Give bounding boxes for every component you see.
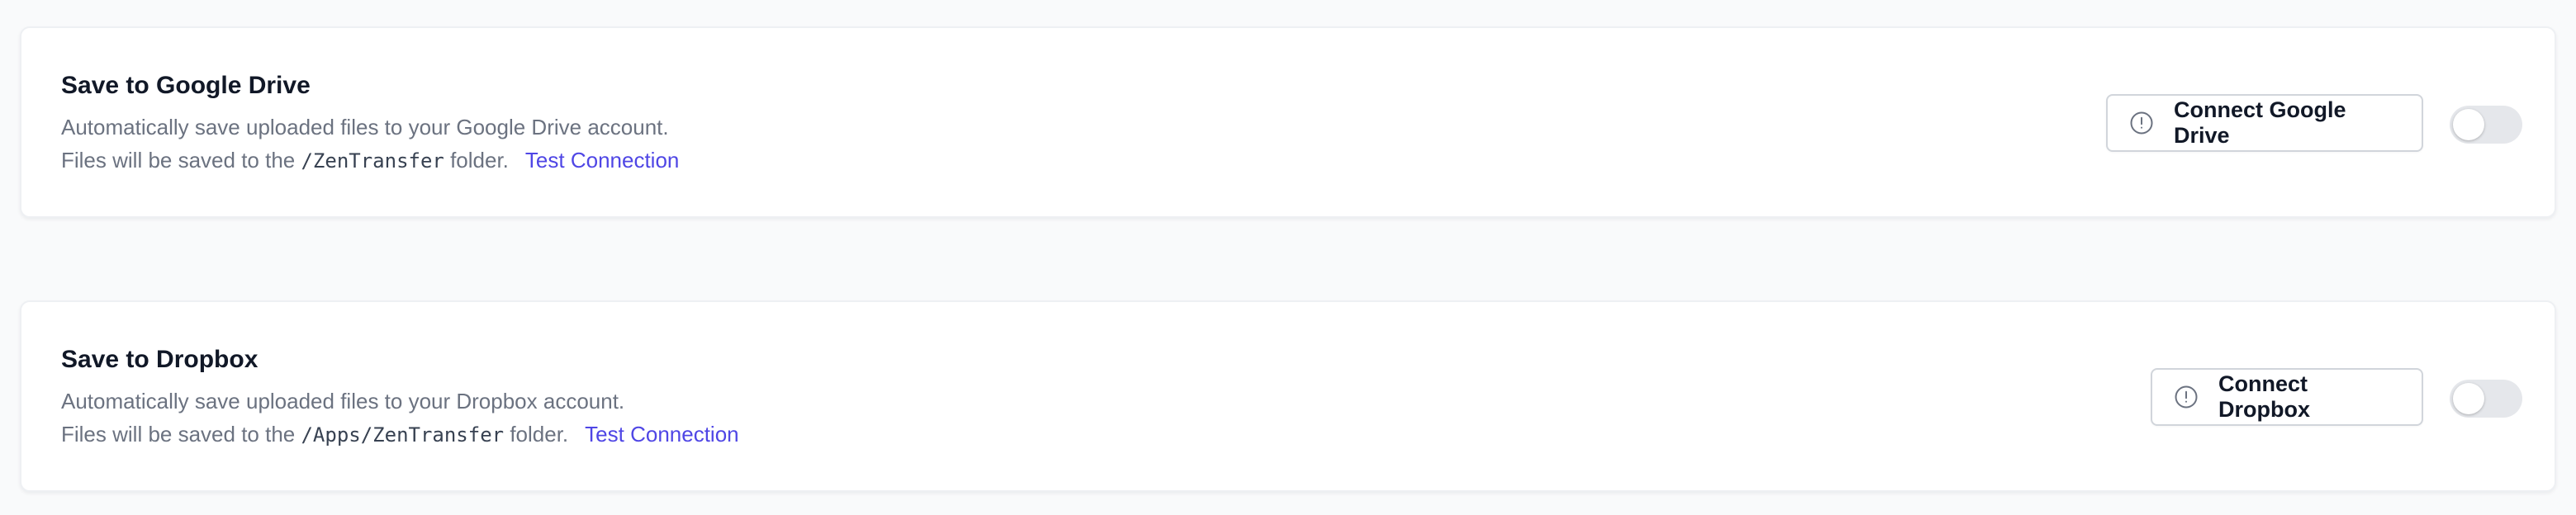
dropbox-card: Save to Dropbox Automatically save uploa… — [20, 300, 2556, 492]
toggle-knob — [2453, 109, 2484, 140]
folder-suffix: folder. — [504, 422, 569, 446]
folder-suffix: folder. — [444, 148, 509, 172]
connect-google-drive-label: Connect Google Drive — [2174, 97, 2346, 148]
alert-circle-icon — [2174, 385, 2199, 409]
alert-circle-icon — [2129, 111, 2154, 135]
dropbox-description: Automatically save uploaded files to you… — [61, 389, 625, 413]
google-drive-description: Automatically save uploaded files to you… — [61, 115, 669, 139]
connect-dropbox-button[interactable]: Connect Dropbox — [2151, 368, 2423, 426]
dropbox-text: Save to Dropbox Automatically save uploa… — [61, 345, 739, 451]
folder-prefix: Files will be saved to the — [61, 422, 301, 446]
dropbox-toggle[interactable] — [2450, 380, 2522, 418]
folder-path: /Apps/ZenTransfer — [301, 423, 505, 446]
google-drive-title: Save to Google Drive — [61, 72, 311, 99]
google-drive-text: Save to Google Drive Automatically save … — [61, 71, 679, 177]
dropbox-title: Save to Dropbox — [61, 346, 259, 373]
connect-dropbox-label: Connect Dropbox — [2218, 371, 2310, 422]
folder-prefix: Files will be saved to the — [61, 148, 301, 172]
folder-path: /ZenTransfer — [301, 149, 444, 172]
toggle-knob — [2453, 383, 2484, 414]
google-drive-card: Save to Google Drive Automatically save … — [20, 26, 2556, 218]
dropbox-folder-line: Files will be saved to the /Apps/ZenTran… — [61, 418, 739, 451]
google-drive-folder-line: Files will be saved to the /ZenTransfer … — [61, 144, 679, 177]
google-drive-test-connection-link[interactable]: Test Connection — [525, 148, 679, 172]
connect-google-drive-button[interactable]: Connect Google Drive — [2106, 94, 2423, 152]
google-drive-toggle[interactable] — [2450, 106, 2522, 144]
dropbox-test-connection-link[interactable]: Test Connection — [585, 422, 738, 446]
